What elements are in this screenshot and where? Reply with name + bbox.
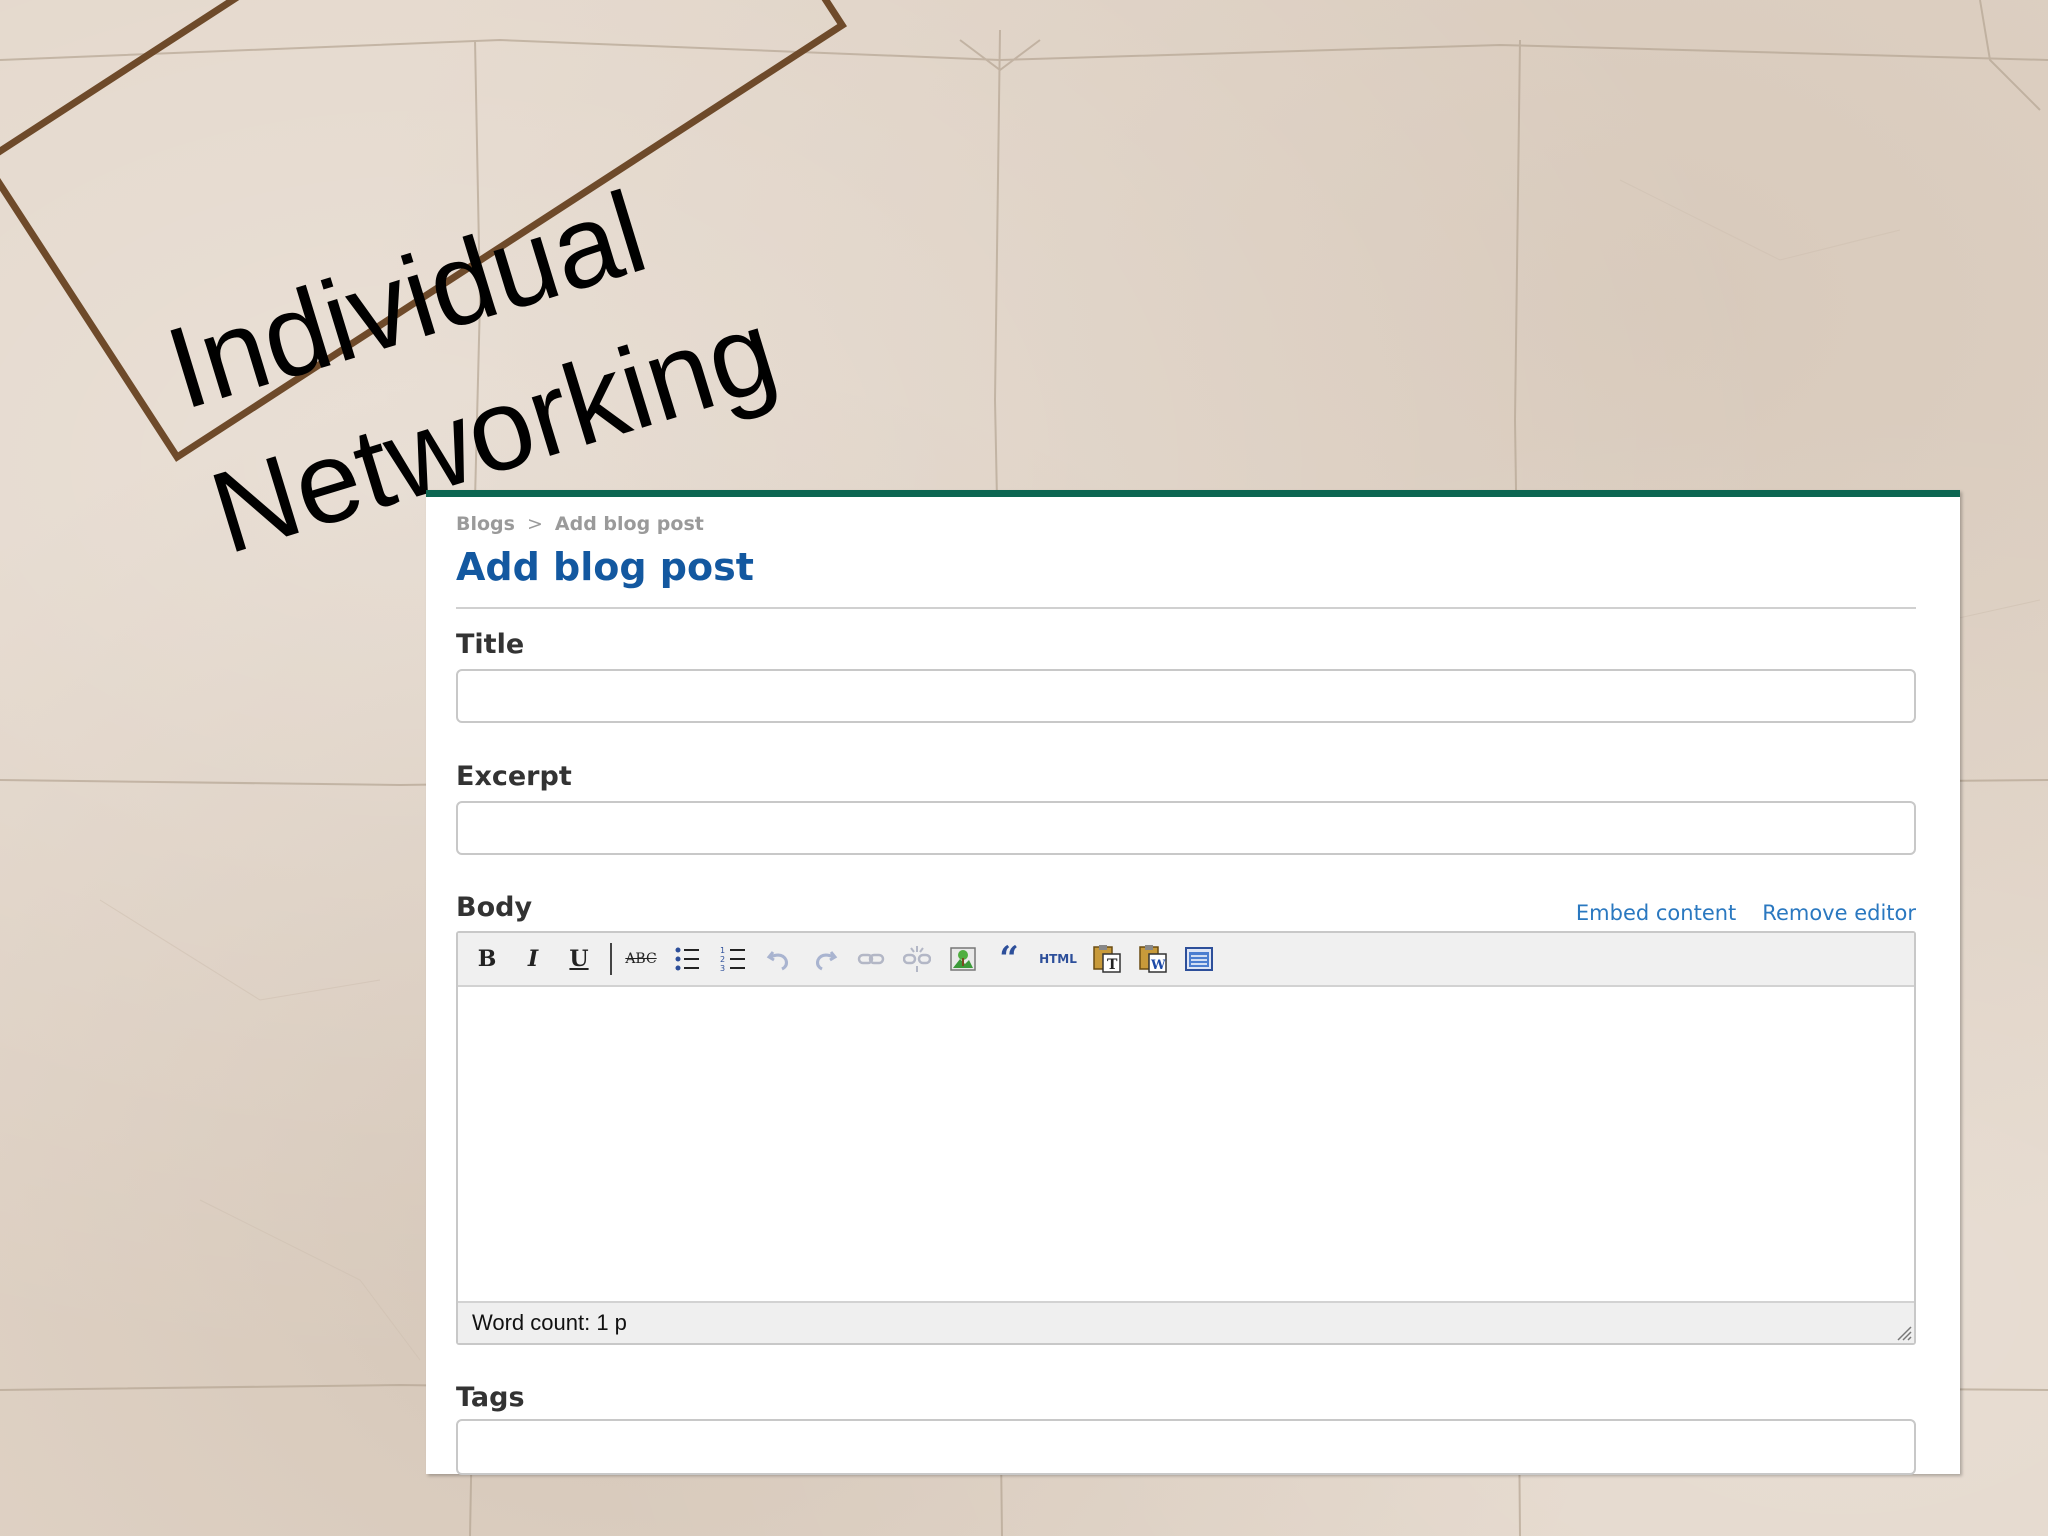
bold-icon[interactable]: B: [470, 942, 504, 976]
svg-text:2: 2: [720, 955, 725, 964]
excerpt-label: Excerpt: [456, 761, 572, 792]
word-count: Word count: 1 p: [472, 1310, 627, 1335]
embed-content-link[interactable]: Embed content: [1576, 901, 1736, 925]
resize-handle-icon[interactable]: [1894, 1323, 1912, 1341]
tags-label: Tags: [456, 1382, 525, 1413]
strikethrough-icon[interactable]: ABC: [624, 942, 658, 976]
svg-text:3: 3: [720, 964, 725, 973]
redo-icon[interactable]: [808, 942, 842, 976]
bullet-list-icon[interactable]: [670, 942, 704, 976]
excerpt-input[interactable]: [456, 801, 1916, 855]
title-input[interactable]: [456, 669, 1916, 723]
svg-text:1: 1: [720, 946, 725, 955]
paste-word-icon[interactable]: W: [1136, 942, 1170, 976]
svg-text:T: T: [1107, 957, 1118, 973]
title-label: Title: [456, 629, 525, 660]
title-divider: [456, 607, 1916, 609]
italic-icon[interactable]: I: [516, 942, 550, 976]
breadcrumb-blogs[interactable]: Blogs: [456, 513, 515, 535]
numbered-list-icon[interactable]: 123: [716, 942, 750, 976]
undo-icon[interactable]: [762, 942, 796, 976]
svg-text:W: W: [1150, 958, 1166, 973]
body-links: Embed content Remove editor: [1550, 901, 1916, 925]
breadcrumb-separator: >: [526, 513, 543, 535]
add-blog-post-panel: Blogs > Add blog post Add blog post Title …: [426, 490, 1960, 1475]
page-title: Add blog post: [456, 545, 754, 589]
underline-icon[interactable]: U: [562, 942, 596, 976]
rich-text-editor: B I U ABC 123 “ HTML T W Word count: 1 p: [456, 931, 1916, 1345]
image-icon[interactable]: [946, 942, 980, 976]
paste-text-icon[interactable]: T: [1090, 942, 1124, 976]
blockquote-icon[interactable]: “: [992, 939, 1026, 979]
breadcrumb-current: Add blog post: [554, 513, 704, 535]
editor-body[interactable]: [458, 987, 1914, 1301]
breadcrumb: Blogs > Add blog post: [456, 513, 704, 535]
body-label: Body: [456, 892, 533, 923]
link-icon[interactable]: [854, 942, 888, 976]
fullscreen-icon[interactable]: [1182, 942, 1216, 976]
unlink-icon[interactable]: [900, 942, 934, 976]
remove-editor-link[interactable]: Remove editor: [1762, 901, 1916, 925]
html-icon[interactable]: HTML: [1038, 942, 1078, 976]
toolbar-separator: [610, 943, 612, 975]
editor-status-bar: Word count: 1 p: [458, 1301, 1914, 1343]
tags-input[interactable]: [456, 1419, 1916, 1475]
editor-toolbar: B I U ABC 123 “ HTML T W: [458, 933, 1914, 987]
